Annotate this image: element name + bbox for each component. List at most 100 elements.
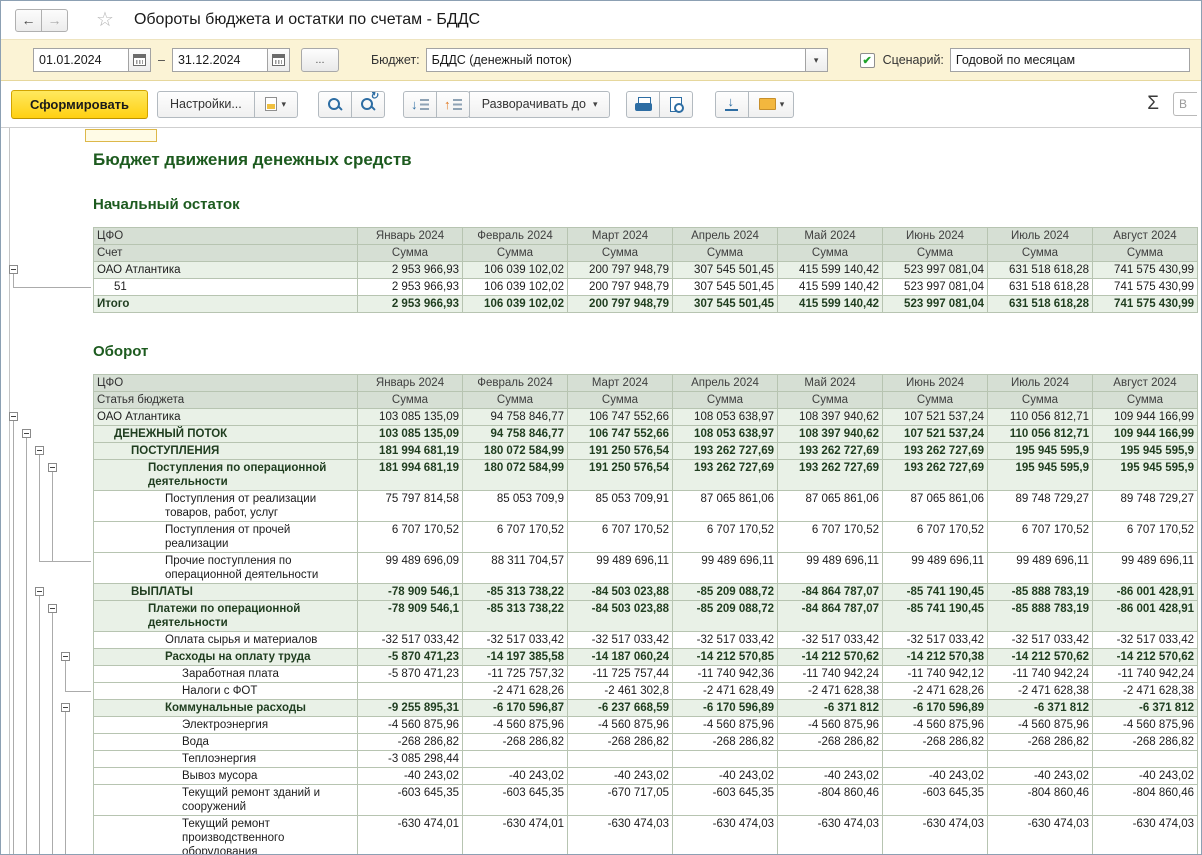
budget-dropdown-button[interactable]: ▾ (805, 48, 828, 72)
month-column-header[interactable]: Апрель 2024 (673, 228, 778, 245)
value-cell[interactable]: 523 997 081,04 (883, 296, 988, 313)
value-cell[interactable]: -268 286,82 (883, 734, 988, 751)
value-cell[interactable]: 2 953 966,93 (358, 279, 463, 296)
month-column-header[interactable]: Июнь 2024 (883, 228, 988, 245)
value-cell[interactable]: -14 187 060,24 (568, 649, 673, 666)
month-column-header[interactable]: Февраль 2024 (463, 375, 568, 392)
value-cell[interactable]: -32 517 033,42 (673, 632, 778, 649)
value-cell[interactable]: -2 471 628,26 (883, 683, 988, 700)
value-cell[interactable]: 99 489 696,11 (568, 553, 673, 584)
row-label-cell[interactable]: Текущий ремонт зданий и сооружений (94, 785, 358, 816)
row-label-cell[interactable]: ДЕНЕЖНЫЙ ПОТОК (94, 426, 358, 443)
row-label-cell[interactable]: Коммунальные расходы (94, 700, 358, 717)
collapse-box[interactable] (9, 265, 18, 274)
value-cell[interactable]: -630 474,03 (673, 816, 778, 855)
value-cell[interactable]: 631 518 618,28 (988, 279, 1093, 296)
value-cell[interactable]: -40 243,02 (673, 768, 778, 785)
value-cell[interactable]: 85 053 709,9 (463, 491, 568, 522)
value-cell[interactable]: -84 864 787,07 (778, 584, 883, 601)
value-cell[interactable]: -11 740 942,24 (778, 666, 883, 683)
period-more-button[interactable]: ... (301, 48, 339, 72)
value-cell[interactable]: -6 237 668,59 (568, 700, 673, 717)
date-from-calendar-button[interactable] (128, 48, 151, 72)
value-cell[interactable]: -268 286,82 (568, 734, 673, 751)
scenario-input[interactable] (950, 48, 1190, 72)
value-cell[interactable]: 108 053 638,97 (673, 409, 778, 426)
value-cell[interactable]: 191 250 576,54 (568, 460, 673, 491)
print-preview-button[interactable] (659, 91, 693, 118)
value-cell[interactable]: -630 474,03 (1093, 816, 1198, 855)
value-cell[interactable]: -14 212 570,62 (988, 649, 1093, 666)
value-cell[interactable]: -630 474,03 (988, 816, 1093, 855)
value-cell[interactable]: 6 707 170,52 (778, 522, 883, 553)
value-cell[interactable]: -6 371 812 (778, 700, 883, 717)
collapse-box[interactable] (35, 587, 44, 596)
value-cell[interactable]: 107 521 537,24 (883, 426, 988, 443)
print-button[interactable] (626, 91, 660, 118)
value-cell[interactable]: 193 262 727,69 (673, 460, 778, 491)
value-cell[interactable]: 195 945 595,9 (1093, 443, 1198, 460)
corner-header-cell[interactable]: ЦФО (94, 228, 358, 245)
value-cell[interactable]: -32 517 033,42 (1093, 632, 1198, 649)
value-cell[interactable] (988, 751, 1093, 768)
value-cell[interactable]: 193 262 727,69 (883, 460, 988, 491)
value-cell[interactable] (568, 751, 673, 768)
value-cell[interactable]: 523 997 081,04 (883, 262, 988, 279)
row-label-cell[interactable]: Заработная плата (94, 666, 358, 683)
value-cell[interactable]: -3 085 298,44 (358, 751, 463, 768)
value-cell[interactable]: -40 243,02 (883, 768, 988, 785)
value-cell[interactable]: 94 758 846,77 (463, 426, 568, 443)
value-cell[interactable]: -85 313 738,22 (463, 601, 568, 632)
value-cell[interactable]: -40 243,02 (358, 768, 463, 785)
corner-header-cell[interactable]: ЦФО (94, 375, 358, 392)
value-cell[interactable]: 195 945 595,9 (988, 460, 1093, 491)
value-cell[interactable]: 107 521 537,24 (883, 409, 988, 426)
value-cell[interactable]: -670 717,05 (568, 785, 673, 816)
row-label-cell[interactable]: ПОСТУПЛЕНИЯ (94, 443, 358, 460)
value-cell[interactable]: 99 489 696,09 (358, 553, 463, 584)
report-variants-button[interactable]: ▾ (254, 91, 298, 118)
value-cell[interactable]: 87 065 861,06 (778, 491, 883, 522)
sum-column-header[interactable]: Сумма (778, 245, 883, 262)
month-column-header[interactable]: Июль 2024 (988, 375, 1093, 392)
value-cell[interactable]: -268 286,82 (1093, 734, 1198, 751)
value-cell[interactable]: -5 870 471,23 (358, 649, 463, 666)
value-cell[interactable]: 195 945 595,9 (1093, 460, 1198, 491)
value-cell[interactable]: -6 170 596,87 (463, 700, 568, 717)
value-cell[interactable]: -630 474,03 (883, 816, 988, 855)
collapse-box[interactable] (61, 703, 70, 712)
scenario-checkbox[interactable]: ✔ (860, 53, 875, 68)
value-cell[interactable]: -78 909 546,1 (358, 584, 463, 601)
value-cell[interactable]: 200 797 948,79 (568, 262, 673, 279)
sum-column-header[interactable]: Сумма (1093, 392, 1198, 409)
value-cell[interactable]: -4 560 875,96 (988, 717, 1093, 734)
value-cell[interactable]: 110 056 812,71 (988, 409, 1093, 426)
value-cell[interactable]: -32 517 033,42 (778, 632, 883, 649)
send-mail-button[interactable]: ▾ (748, 91, 794, 118)
value-cell[interactable]: 106 039 102,02 (463, 262, 568, 279)
value-cell[interactable]: 106 747 552,66 (568, 426, 673, 443)
value-cell[interactable]: -603 645,35 (883, 785, 988, 816)
value-cell[interactable]: -11 740 942,12 (883, 666, 988, 683)
collapse-box[interactable] (61, 652, 70, 661)
collapse-groups-button[interactable]: ↓ (403, 91, 437, 118)
value-cell[interactable]: -603 645,35 (673, 785, 778, 816)
row-label-cell[interactable]: Итого (94, 296, 358, 313)
sum-column-header[interactable]: Сумма (463, 392, 568, 409)
month-column-header[interactable]: Июль 2024 (988, 228, 1093, 245)
value-cell[interactable]: 195 945 595,9 (988, 443, 1093, 460)
row-label-cell[interactable]: Прочие поступления по операционной деяте… (94, 553, 358, 584)
value-cell[interactable]: -32 517 033,42 (883, 632, 988, 649)
value-cell[interactable]: -603 645,35 (463, 785, 568, 816)
value-cell[interactable]: -5 870 471,23 (358, 666, 463, 683)
settings-button[interactable]: Настройки... (157, 91, 255, 118)
row-label-cell[interactable]: Текущий ремонт производственного оборудо… (94, 816, 358, 855)
generate-button[interactable]: Сформировать (11, 90, 148, 119)
value-cell[interactable]: 103 085 135,09 (358, 426, 463, 443)
value-cell[interactable]: 89 748 729,27 (988, 491, 1093, 522)
value-cell[interactable]: -268 286,82 (463, 734, 568, 751)
month-column-header[interactable]: Май 2024 (778, 228, 883, 245)
sum-column-header[interactable]: Сумма (988, 245, 1093, 262)
collapse-box[interactable] (48, 604, 57, 613)
value-cell[interactable]: -85 741 190,45 (883, 584, 988, 601)
